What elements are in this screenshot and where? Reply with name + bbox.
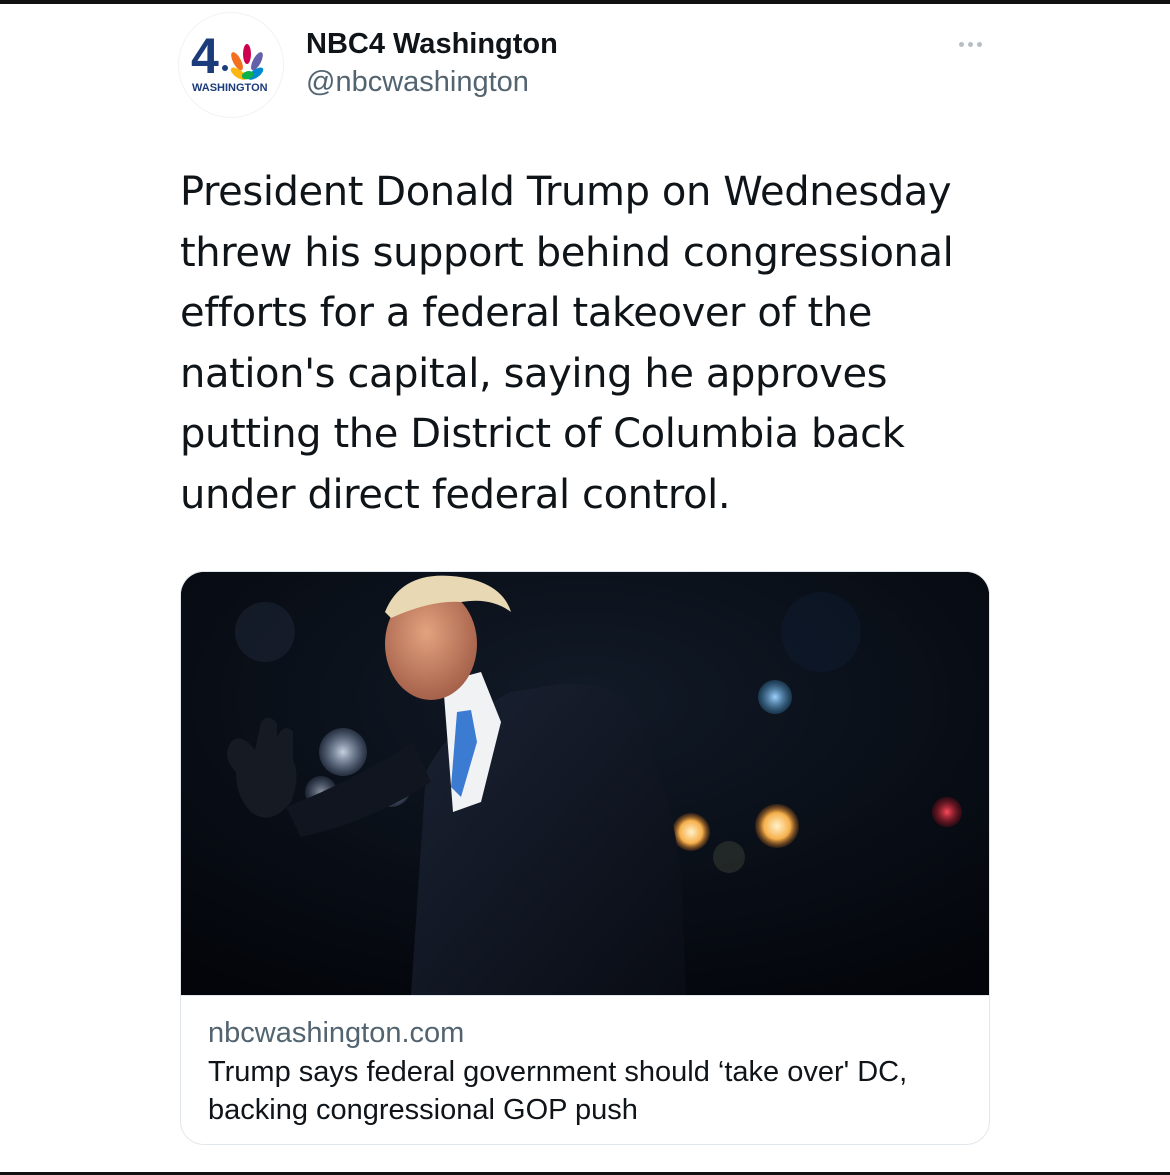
- card-divider: [181, 995, 989, 996]
- card-title[interactable]: Trump says federal government should ‘ta…: [208, 1053, 968, 1129]
- photo-of-man-waving-at-night: [181, 572, 989, 995]
- profile-avatar[interactable]: 4 WASHINGTON: [178, 12, 284, 118]
- tweet-text: President Donald Trump on Wednesday thre…: [180, 169, 954, 518]
- card-domain: nbcwashington.com: [208, 1017, 465, 1049]
- avatar-number: 4: [191, 28, 219, 84]
- display-name[interactable]: NBC4 Washington: [306, 26, 558, 62]
- avatar-label: WASHINGTON: [192, 82, 268, 94]
- link-card[interactable]: nbcwashington.com Trump says federal gov…: [180, 571, 990, 1145]
- nbc4-washington-logo: 4 WASHINGTON: [191, 28, 268, 94]
- more-options-icon[interactable]: [950, 34, 990, 54]
- account-handle[interactable]: @nbcwashington: [306, 64, 529, 100]
- nbc-peacock-icon: [230, 44, 264, 80]
- card-image[interactable]: [181, 572, 989, 995]
